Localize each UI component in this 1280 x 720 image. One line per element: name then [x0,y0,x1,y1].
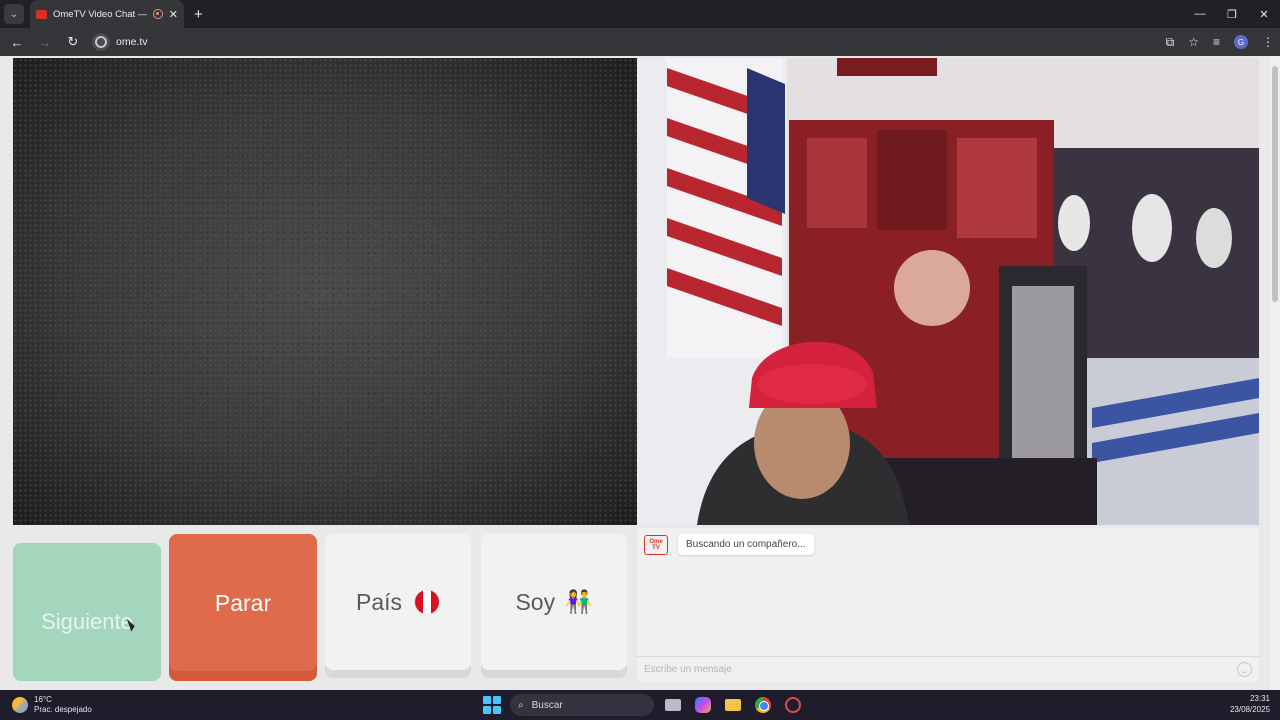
search-label: Buscar [531,699,563,711]
close-tab-icon[interactable]: ✕ [169,8,178,21]
weather-description: Prac. despejado [34,705,92,714]
address-bar[interactable]: ome.tv [92,31,148,53]
close-window-button[interactable]: ✕ [1248,8,1280,21]
partly-cloudy-icon [12,697,28,713]
scrollbar-thumb[interactable] [1272,66,1278,302]
tab-title: OmeTV Video Chat — Ome [53,8,147,20]
weather-widget[interactable]: 16°C Prac. despejado [12,695,92,714]
emoji-icon[interactable] [1237,662,1252,677]
search-icon: ⌕ [518,699,524,711]
back-icon[interactable]: ← [6,35,28,50]
own-camera-video [637,58,1259,525]
cast-icon[interactable]: ⧉ [1166,35,1175,50]
clock-time: 23:31 [1249,694,1270,704]
chat-panel: Ome TV Buscando un compañero... [637,528,1259,682]
taskbar-center: ⌕ Buscar [482,690,804,720]
browser-toolbar: ← → ↻ ome.tv ⧉ ☆ ≡ G ⋮ [0,28,1280,56]
video-static-noise [13,58,637,525]
ometv-favicon-icon [36,9,47,19]
page-scrollbar[interactable] [1270,56,1280,690]
forward-icon[interactable]: → [34,35,56,50]
stranger-video [13,58,637,525]
windows-taskbar: 16°C Prac. despejado ⌕ Buscar 23:31 23/0… [0,690,1280,720]
country-button-label: País [355,588,403,615]
file-explorer-icon[interactable] [722,694,744,716]
new-tab-button[interactable]: + [194,6,203,23]
stop-button[interactable]: Parar [169,534,317,681]
tab-ometv[interactable]: OmeTV Video Chat — Ome ✕ [30,0,184,28]
tab-list-icon[interactable]: ⌄ [4,4,24,24]
country-button[interactable]: País [325,534,471,670]
chrome-icon[interactable] [752,694,774,716]
profile-avatar[interactable]: G [1234,35,1248,49]
windows-start-icon[interactable] [482,695,502,715]
chat-input-bar [637,656,1259,682]
system-clock[interactable]: 23:31 23/08/2025 [1230,694,1270,716]
site-info-icon[interactable] [92,33,110,51]
task-view-icon[interactable] [662,694,684,716]
clock-date: 23/08/2025 [1229,705,1270,714]
ometv-app-icon[interactable] [782,694,804,716]
url-text[interactable]: ome.tv [116,36,148,48]
reload-icon[interactable]: ↻ [62,34,84,50]
window-controls: — ❐ ✕ [1184,8,1280,21]
minimize-button[interactable]: — [1184,8,1216,21]
chat-status-message: Buscando un compañero... [678,534,814,555]
next-button[interactable]: Siguiente [13,543,161,681]
menu-icon[interactable]: ⋮ [1262,35,1274,49]
restore-button[interactable]: ❐ [1216,8,1248,21]
copilot-icon[interactable] [692,694,714,716]
flag-decoration [667,58,785,358]
couple-icon: 👫 [565,589,593,614]
browser-tabbar: ⌄ OmeTV Video Chat — Ome ✕ + — ❐ ✕ [0,0,1280,28]
taskbar-search[interactable]: ⌕ Buscar [510,694,654,716]
next-button-label: Siguiente [41,609,133,634]
message-input[interactable] [644,664,1237,675]
toolbar-actions: ⧉ ☆ ≡ G ⋮ [1166,35,1274,50]
peru-flag-icon [414,589,441,615]
ometv-logo-icon: Ome TV [644,535,668,555]
recording-icon [152,9,163,19]
webcam-scene [637,58,1259,525]
bookmark-star-icon[interactable]: ☆ [1188,35,1199,49]
gender-button[interactable]: Soy 👫 [481,534,627,670]
reading-list-icon[interactable]: ≡ [1213,35,1220,49]
stop-button-label: Parar [214,590,272,616]
gender-button-label: Soy [515,588,556,615]
ometv-page: Siguiente Parar País Soy 👫 Ome TV Buscan… [0,56,1280,690]
weather-temperature: 16°C [34,695,52,705]
